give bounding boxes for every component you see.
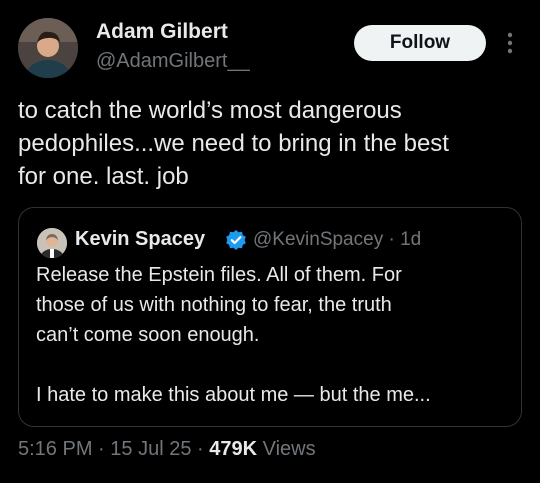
quoted-author-avatar-image xyxy=(37,228,67,258)
tweet: Adam Gilbert @AdamGilbert__ Follow to ca… xyxy=(0,0,540,483)
verified-badge-icon xyxy=(226,230,246,250)
more-vertical-icon[interactable] xyxy=(504,30,516,56)
author-avatar[interactable] xyxy=(18,18,78,78)
quoted-text-line: those of us with nothing to fear, the tr… xyxy=(36,294,392,316)
quoted-handle-time: @KevinSpacey · 1d xyxy=(253,229,422,250)
quoted-text-line: Release the Epstein files. All of them. … xyxy=(36,264,402,286)
quoted-author-name: Kevin Spacey xyxy=(75,228,206,250)
follow-button[interactable]: Follow xyxy=(354,25,486,61)
tweet-text-line: to catch the world’s most dangerous xyxy=(18,97,402,124)
author-name[interactable]: Adam Gilbert xyxy=(96,20,228,44)
tweet-text: to catch the world’s most dangerous pedo… xyxy=(18,94,528,193)
views-label: Views xyxy=(257,438,316,460)
quoted-text-line: I hate to make this about me — but the m… xyxy=(36,384,431,406)
meta-separator: · xyxy=(191,438,210,460)
quoted-text-line xyxy=(36,350,518,380)
tweet-meta: 5:16 PM · 15 Jul 25 · 479K Views xyxy=(18,438,316,461)
tweet-time[interactable]: 5:16 PM xyxy=(18,438,92,460)
views-count: 479K xyxy=(209,438,258,460)
quoted-author-avatar xyxy=(37,228,67,258)
meta-separator: · xyxy=(92,438,111,460)
author-avatar-image xyxy=(18,18,78,78)
tweet-text-line: for one. last. job xyxy=(18,163,189,190)
tweet-date[interactable]: 15 Jul 25 xyxy=(110,438,191,460)
author-handle[interactable]: @AdamGilbert__ xyxy=(96,50,250,73)
quoted-tweet[interactable]: Kevin Spacey @KevinSpacey · 1d Release t… xyxy=(18,207,522,427)
tweet-text-line: pedophiles...we need to bring in the bes… xyxy=(18,130,449,157)
quoted-tweet-text: Release the Epstein files. All of them. … xyxy=(36,260,518,410)
quoted-text-line: can’t come soon enough. xyxy=(36,324,260,346)
